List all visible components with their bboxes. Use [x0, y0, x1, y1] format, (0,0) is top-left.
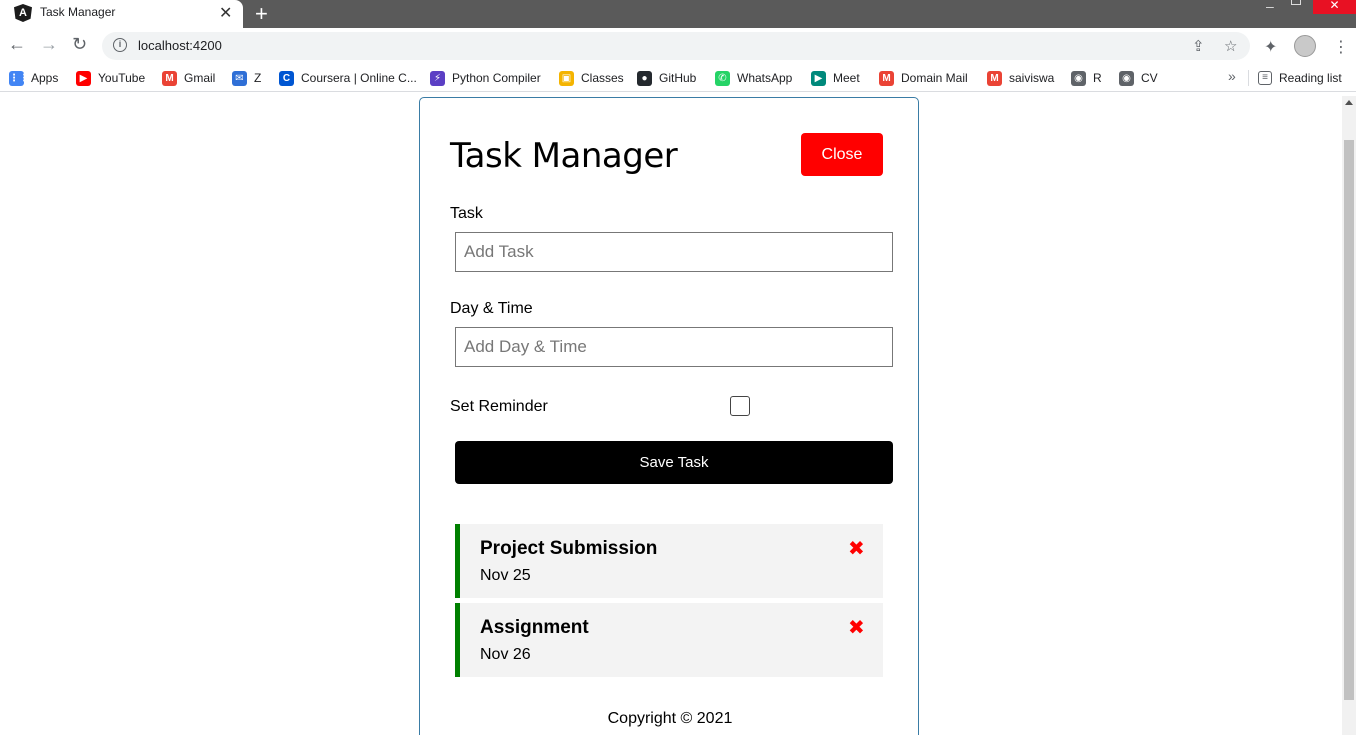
- minimize-icon[interactable]: –: [1266, 0, 1274, 14]
- bookmark-label: WhatsApp: [737, 71, 793, 85]
- python-compiler-icon: ⚡: [430, 70, 445, 86]
- bookmark-item[interactable]: ✆ WhatsApp: [715, 70, 792, 86]
- scroll-thumb[interactable]: [1344, 140, 1354, 700]
- address-bar[interactable]: i localhost:4200 ⇪ ☆: [102, 32, 1250, 60]
- bookmark-label: Gmail: [184, 71, 216, 85]
- bookmark-label: Coursera | Online C...: [301, 71, 417, 85]
- bookmark-item[interactable]: ▣ Classes: [559, 70, 624, 86]
- gmail-icon: M: [879, 70, 894, 86]
- maximize-icon[interactable]: [1291, 0, 1301, 5]
- globe-icon: ◉: [1071, 70, 1086, 86]
- task-date: Nov 26: [480, 646, 531, 663]
- bookmark-item[interactable]: ⚡ Python Compiler: [430, 70, 541, 86]
- back-icon[interactable]: ←: [8, 34, 26, 55]
- more-bookmarks-icon[interactable]: »: [1228, 68, 1236, 84]
- bookmark-label: Classes: [581, 71, 624, 85]
- youtube-icon: ▶: [76, 70, 91, 86]
- reading-list-label: Reading list: [1279, 71, 1342, 85]
- profile-avatar[interactable]: [1294, 35, 1316, 57]
- apps-grid-icon: ⋮⋮: [9, 70, 29, 86]
- delete-icon[interactable]: ✖: [848, 536, 865, 561]
- daytime-label: Day & Time: [450, 300, 533, 317]
- bookmark-item[interactable]: ▶ Meet: [811, 70, 860, 86]
- z-icon: ✉: [232, 70, 247, 86]
- browser-toolbar: ← → ↻ i localhost:4200 ⇪ ☆ ✦ ⋮: [0, 28, 1356, 64]
- page-title: Task Manager: [450, 136, 678, 176]
- reload-icon[interactable]: ↻: [72, 34, 87, 55]
- reading-list[interactable]: ≡ Reading list: [1258, 70, 1342, 86]
- save-task-button[interactable]: Save Task: [455, 441, 893, 484]
- bookmark-item[interactable]: ◉ CV: [1119, 70, 1158, 86]
- bookmark-item[interactable]: ✉ Z: [232, 70, 261, 86]
- bookmark-label: R: [1093, 71, 1102, 85]
- new-tab-icon[interactable]: +: [255, 1, 268, 27]
- tab-title: Task Manager: [40, 5, 116, 19]
- bookmarks-divider: [1248, 70, 1249, 86]
- site-info-icon[interactable]: i: [113, 38, 127, 52]
- angular-icon: A: [14, 4, 32, 22]
- bookmark-label: Meet: [833, 71, 860, 85]
- classroom-icon: ▣: [559, 70, 574, 86]
- delete-icon[interactable]: ✖: [848, 615, 865, 640]
- task-name: Project Submission: [480, 538, 658, 559]
- forward-icon[interactable]: →: [40, 34, 58, 55]
- footer-copyright: Copyright © 2021: [607, 710, 733, 727]
- bookmark-item[interactable]: ● GitHub: [637, 70, 696, 86]
- browser-tab[interactable]: A Task Manager ✕: [0, 0, 243, 28]
- github-icon: ●: [637, 70, 652, 86]
- gmail-icon: M: [987, 70, 1002, 86]
- bookmark-item[interactable]: C Coursera | Online C...: [279, 70, 417, 86]
- bookmark-label: Python Compiler: [452, 71, 541, 85]
- scroll-up-icon[interactable]: [1345, 100, 1353, 105]
- reading-list-icon: ≡: [1258, 71, 1272, 85]
- bookmark-label: GitHub: [659, 71, 697, 85]
- task-date: Nov 25: [480, 567, 531, 584]
- coursera-icon: C: [279, 70, 294, 86]
- reminder-label: Set Reminder: [450, 398, 548, 415]
- bookmark-label: saiviswa: [1009, 71, 1055, 85]
- gmail-icon: M: [162, 70, 177, 86]
- bookmark-label: YouTube: [98, 71, 146, 85]
- bookmark-item[interactable]: Msaiviswa: [987, 70, 1054, 86]
- close-button[interactable]: Close: [801, 133, 883, 176]
- share-icon[interactable]: ⇪: [1192, 37, 1205, 55]
- page-viewport: Task Manager Close Task Add Task Day & T…: [0, 96, 1356, 735]
- close-tab-icon[interactable]: ✕: [219, 3, 232, 23]
- menu-kebab-icon[interactable]: ⋮: [1333, 37, 1349, 57]
- task-name: Assignment: [480, 617, 589, 638]
- task-input[interactable]: Add Task: [455, 232, 893, 272]
- bookmark-label: Domain Mail: [901, 71, 968, 85]
- window-close-icon[interactable]: ✕: [1313, 0, 1356, 14]
- daytime-input[interactable]: Add Day & Time: [455, 327, 893, 367]
- reminder-checkbox[interactable]: [730, 396, 750, 416]
- bookmark-item[interactable]: ▶ YouTube: [76, 70, 145, 86]
- globe-icon: ◉: [1119, 70, 1134, 86]
- task-label: Task: [450, 205, 483, 222]
- bookmark-item[interactable]: M Gmail: [162, 70, 215, 86]
- bookmark-label: Z: [254, 71, 262, 85]
- bookmarks-bar: » ≡ Reading list ⋮⋮ Apps ▶ YouTube M Gmail ✉ Z C…: [0, 64, 1356, 92]
- bookmark-item[interactable]: ⋮⋮ Apps: [9, 70, 58, 86]
- whatsapp-icon: ✆: [715, 70, 730, 86]
- task-manager-card: Task Manager Close Task Add Task Day & T…: [419, 97, 919, 735]
- bookmark-label: CV: [1141, 71, 1158, 85]
- bookmark-item[interactable]: M Domain Mail: [879, 70, 968, 86]
- tab-strip: A Task Manager ✕ + – ✕: [0, 0, 1356, 28]
- bookmark-label: Apps: [31, 71, 59, 85]
- vertical-scrollbar[interactable]: [1342, 96, 1356, 735]
- url-text[interactable]: localhost:4200: [138, 38, 222, 53]
- meet-icon: ▶: [811, 70, 826, 86]
- task-item[interactable]: Project Submission Nov 25 ✖: [455, 524, 883, 598]
- bookmark-item[interactable]: ◉ R: [1071, 70, 1102, 86]
- extensions-icon[interactable]: ✦: [1264, 37, 1277, 57]
- bookmark-star-icon[interactable]: ☆: [1224, 37, 1237, 55]
- task-item[interactable]: Assignment Nov 26 ✖: [455, 603, 883, 677]
